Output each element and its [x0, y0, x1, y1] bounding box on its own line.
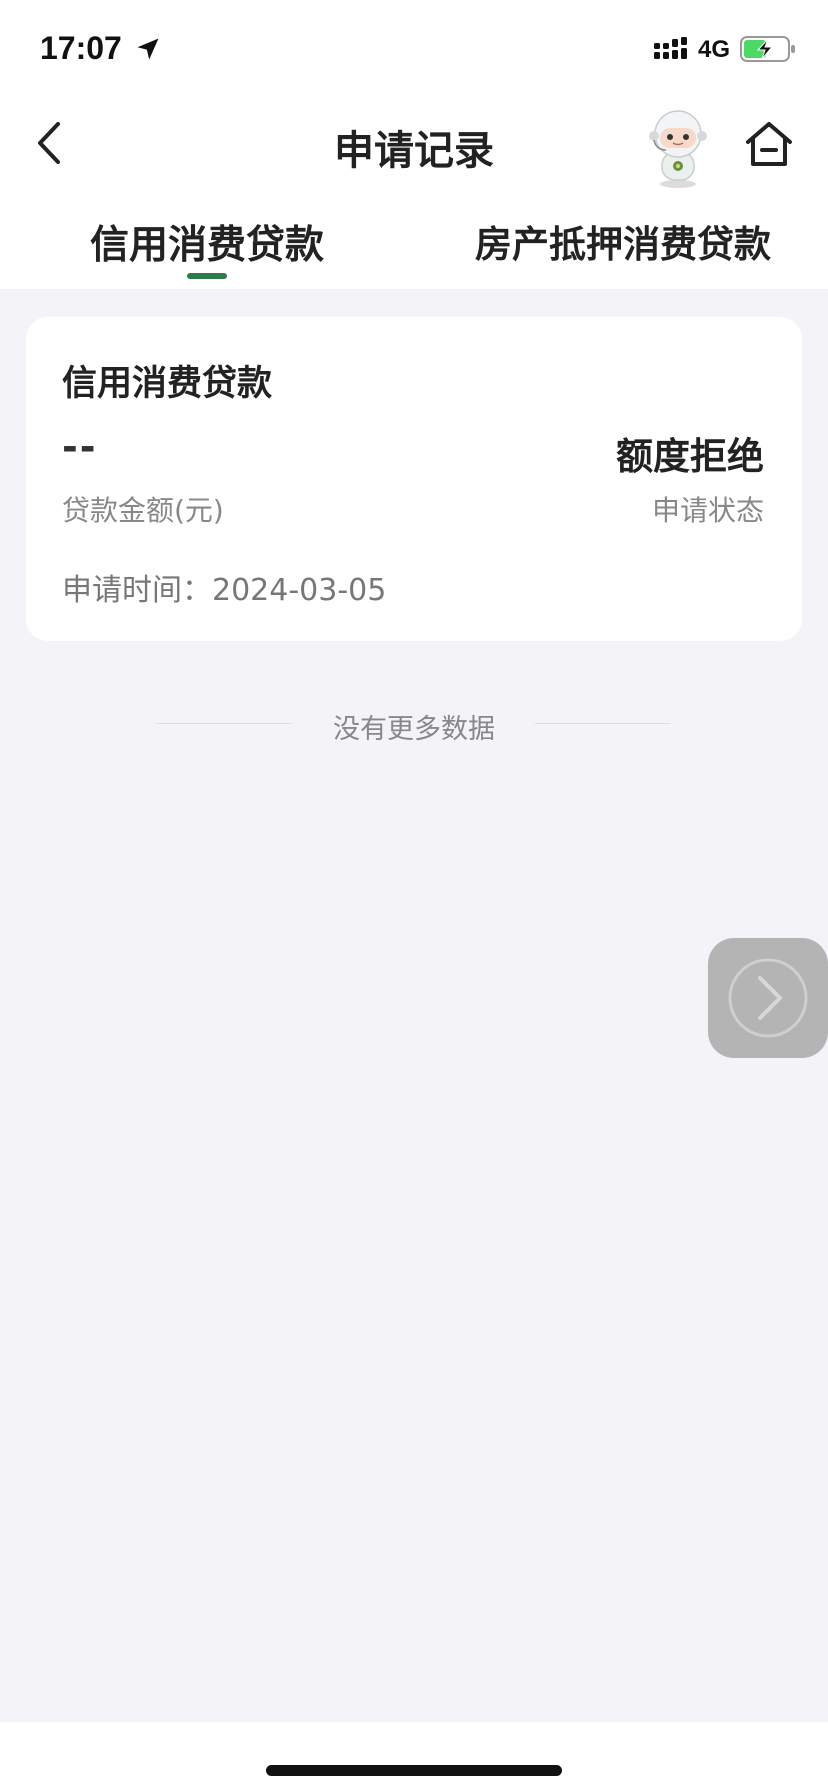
robot-mascot-icon[interactable] [636, 106, 720, 190]
location-arrow-icon [137, 38, 159, 60]
record-product-title: 信用消费贷款 [62, 364, 273, 404]
battery-charging-icon [740, 36, 795, 62]
tab-mortgage-consumer-loan[interactable]: 房产抵押消费贷款 [475, 214, 771, 268]
list-end-text: 没有更多数据 [333, 714, 495, 745]
network-type: 4G [698, 36, 731, 63]
application-status-value: 额度拒绝 [616, 435, 764, 478]
loan-type-tabs: 信用消费贷款 房产抵押消费贷款 [0, 192, 828, 289]
application-status-label: 申请状态 [651, 494, 764, 527]
floating-next-button[interactable] [708, 938, 828, 1058]
signal-icon [654, 37, 687, 59]
bottom-safe-area [0, 1722, 828, 1792]
status-bar: 17:07 4G [0, 0, 828, 96]
chevron-right-icon [728, 958, 808, 1038]
home-icon[interactable] [744, 120, 794, 168]
application-record-card[interactable]: 信用消费贷款 -- 额度拒绝 贷款金额(元) 申请状态 申请时间：2024-03… [26, 317, 802, 641]
application-date-row: 申请时间：2024-03-05 [62, 565, 386, 609]
loan-amount-label: 贷款金额(元) [62, 494, 224, 527]
loan-amount-value: -- [62, 425, 98, 469]
home-indicator[interactable] [266, 1765, 562, 1776]
status-time: 17:07 [40, 30, 122, 66]
tab-credit-consumer-loan[interactable]: 信用消费贷款 [87, 214, 327, 270]
application-date-value: 2024-03-05 [212, 573, 387, 608]
application-date-label: 申请时间： [62, 573, 212, 608]
tab-active-indicator [187, 273, 227, 279]
nav-bar: 申请记录 [0, 96, 828, 192]
